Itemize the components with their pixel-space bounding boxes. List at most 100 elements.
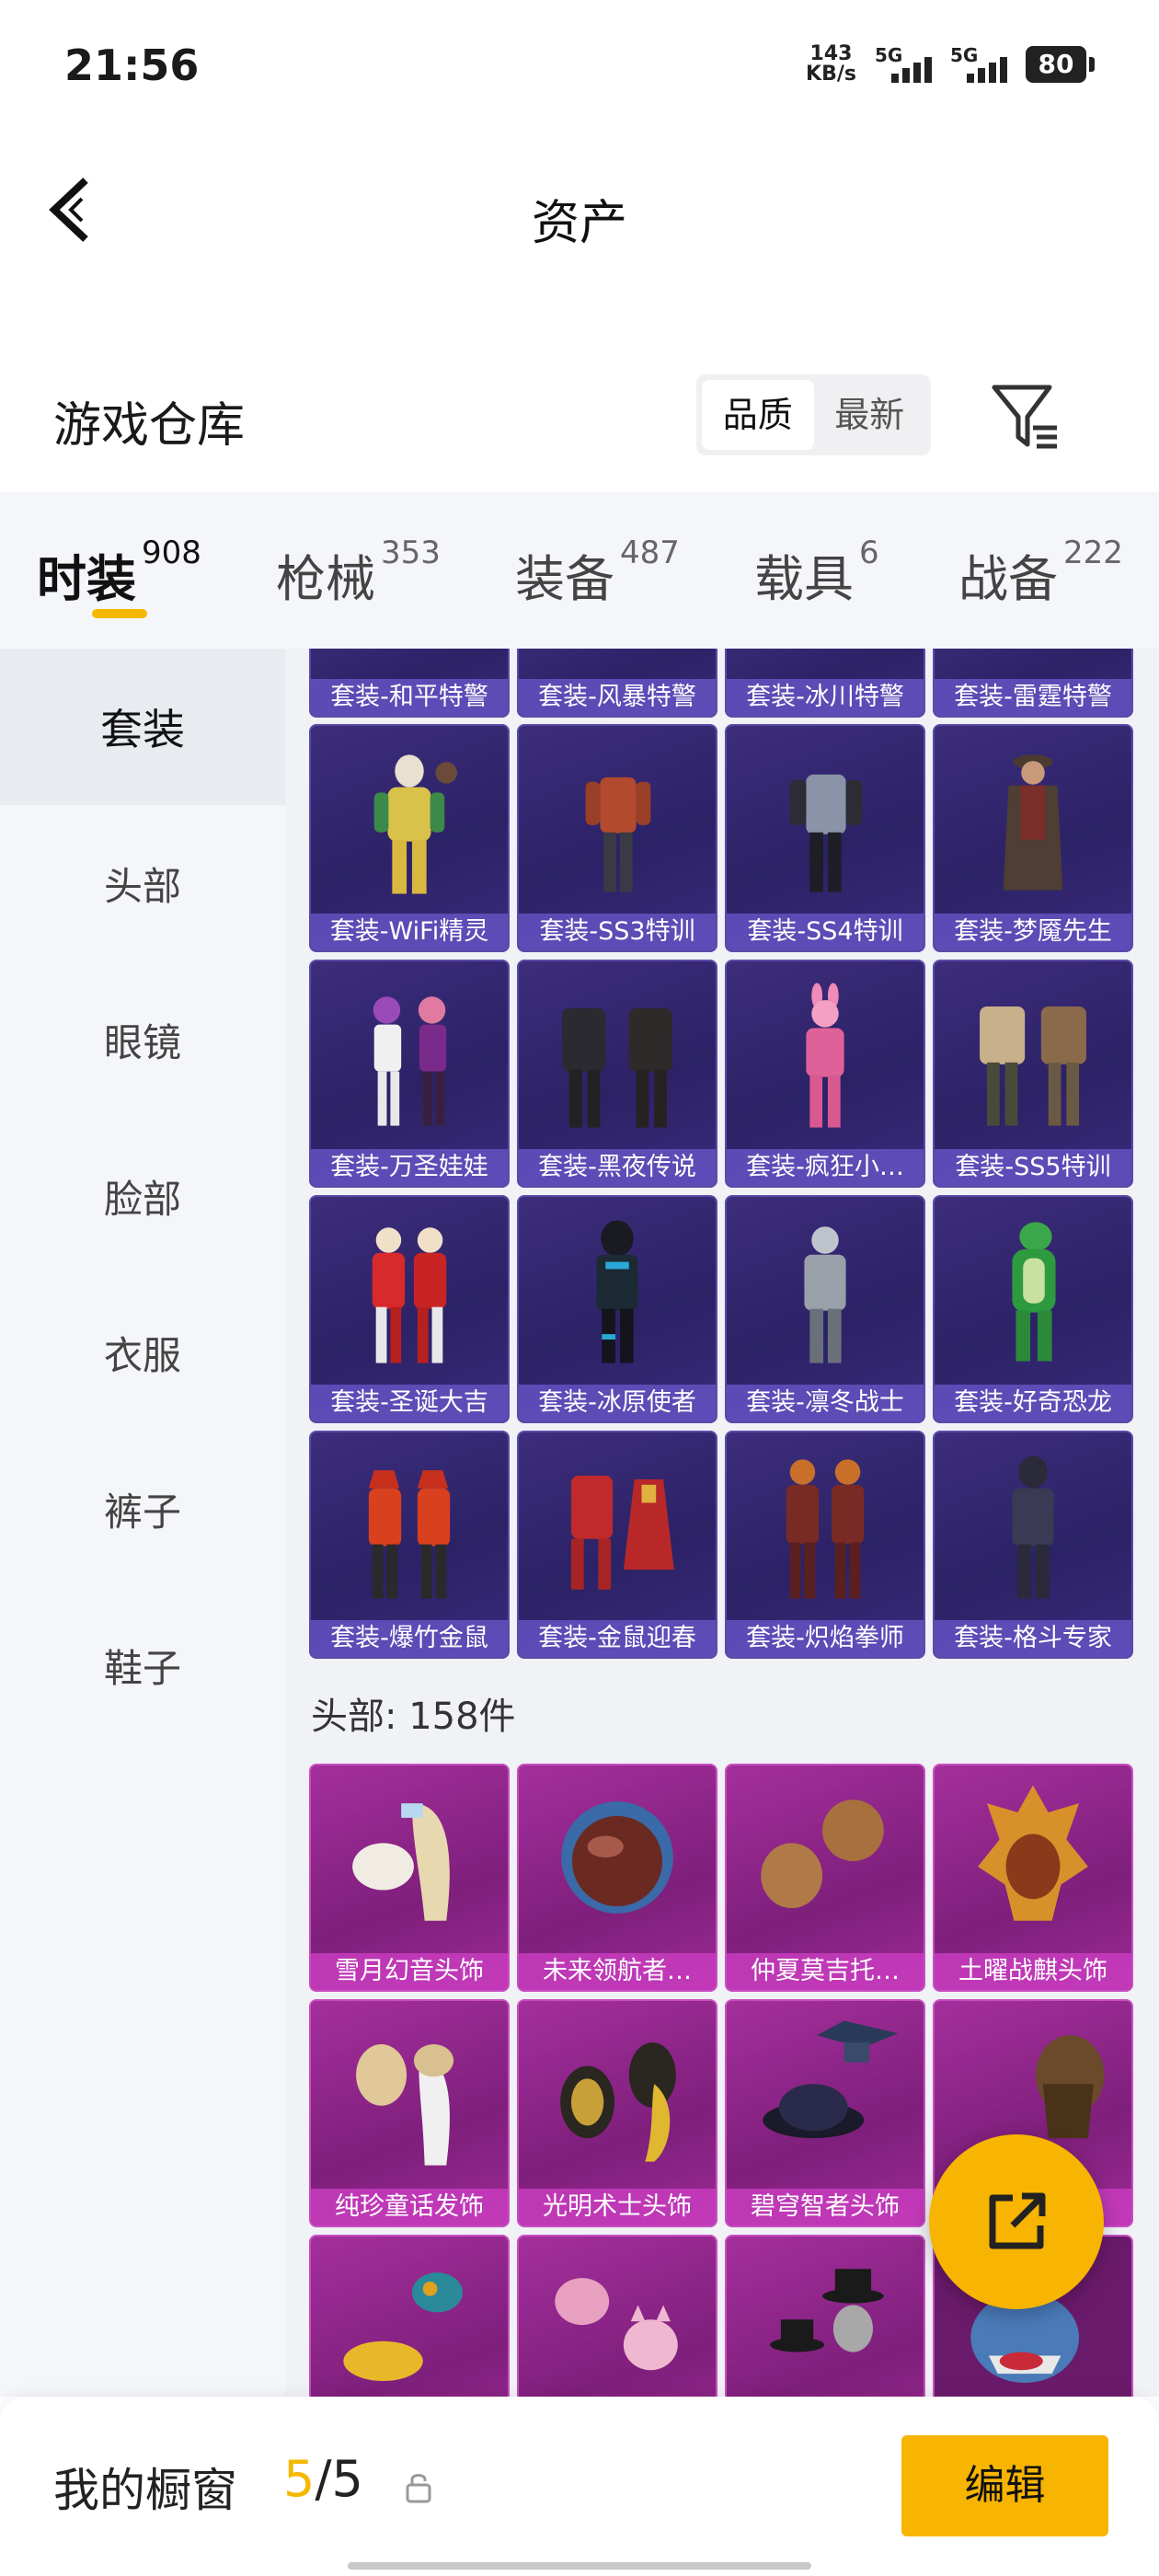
suit-card[interactable]: 套装-黑夜传说 bbox=[517, 960, 717, 1188]
page-title: 资产 bbox=[531, 196, 627, 251]
tab-count: 908 bbox=[142, 535, 201, 571]
suit-card[interactable]: 套装-风暴特警 bbox=[517, 649, 717, 718]
item-name: 套装-雷霆特警 bbox=[935, 679, 1131, 716]
head-card[interactable]: 雪月幻音头饰 bbox=[309, 1764, 510, 1992]
item-image bbox=[596, 1220, 638, 1363]
sidebar-item-glasses[interactable]: 眼镜 bbox=[0, 961, 285, 1118]
suit-card[interactable]: 套装-炽焰拳师 bbox=[725, 1431, 925, 1659]
item-name: 套装-WiFi精灵 bbox=[311, 914, 508, 950]
tab-supplies[interactable]: 战备 222 bbox=[958, 535, 1123, 611]
lock-icon bbox=[406, 2474, 431, 2503]
filter-icon[interactable] bbox=[989, 380, 1062, 454]
category-tabs: 时装 908 枪械 353 装备 487 载具 6 战备 222 bbox=[0, 492, 1159, 649]
head-card[interactable] bbox=[517, 2235, 717, 2397]
head-card[interactable]: 仲夏莫吉托… bbox=[725, 1764, 925, 1992]
head-card[interactable] bbox=[725, 2235, 925, 2397]
item-name: 套装-爆竹金鼠 bbox=[311, 1620, 508, 1657]
bottom-bar: 我的橱窗 5/5 编辑 bbox=[0, 2397, 1159, 2576]
sidebar-item-shoes[interactable]: 鞋子 bbox=[0, 1587, 285, 1743]
suit-card[interactable]: 套装-金鼠迎春 bbox=[517, 1431, 717, 1659]
tab-label: 战备 bbox=[958, 550, 1058, 608]
suit-card[interactable]: 套装-冰原使者 bbox=[517, 1195, 717, 1423]
suit-card[interactable]: 套装-SS3特训 bbox=[517, 724, 717, 952]
item-name: 套装-SS5特训 bbox=[935, 1149, 1131, 1186]
share-external-icon bbox=[989, 2192, 1046, 2249]
sort-toggle: 品质 最新 bbox=[696, 374, 931, 455]
suit-card[interactable]: 套装-SS5特训 bbox=[933, 960, 1133, 1188]
item-name: 碧穹智者头饰 bbox=[727, 2189, 924, 2225]
edit-button[interactable]: 编辑 bbox=[901, 2435, 1108, 2536]
item-name: 套装-好奇恐龙 bbox=[935, 1385, 1131, 1421]
head-card[interactable] bbox=[309, 2235, 510, 2397]
nav-bar: 资产 bbox=[0, 138, 1159, 285]
suit-card[interactable]: 套装-凛冬战士 bbox=[725, 1195, 925, 1423]
head-card[interactable]: 光明术士头饰 bbox=[517, 1999, 717, 2227]
suit-card[interactable]: 套装-圣诞大吉 bbox=[309, 1195, 510, 1423]
showcase-current: 5 bbox=[283, 2450, 316, 2508]
item-image bbox=[561, 1801, 673, 1914]
active-tab-indicator bbox=[92, 609, 147, 618]
item-name: 套装-风暴特警 bbox=[519, 679, 716, 716]
share-button[interactable] bbox=[929, 2134, 1104, 2309]
tab-count: 6 bbox=[859, 535, 879, 571]
tab-count: 353 bbox=[381, 535, 441, 571]
item-name: 套装-冰原使者 bbox=[519, 1385, 716, 1421]
status-time: 21:56 bbox=[64, 40, 200, 90]
tab-count: 487 bbox=[620, 535, 680, 571]
sidebar-item-suits[interactable]: 套装 bbox=[0, 649, 285, 805]
suit-card[interactable]: 套装-好奇恐龙 bbox=[933, 1195, 1133, 1423]
tab-firearms[interactable]: 枪械 353 bbox=[276, 535, 441, 611]
suit-card[interactable]: 套装-格斗专家 bbox=[933, 1431, 1133, 1659]
item-name: 套装-圣诞大吉 bbox=[311, 1385, 508, 1421]
suit-card[interactable]: 套装-SS4特训 bbox=[725, 724, 925, 952]
item-name: 套装-冰川特警 bbox=[727, 679, 924, 716]
item-name: 套装-金鼠迎春 bbox=[519, 1620, 716, 1657]
item-image bbox=[343, 2272, 463, 2381]
item-name: 套装-炽焰拳师 bbox=[727, 1620, 924, 1657]
suit-card[interactable]: 套装-雷霆特警 bbox=[933, 649, 1133, 718]
suit-card[interactable]: 套装-万圣娃娃 bbox=[309, 960, 510, 1188]
sidebar-item-head[interactable]: 头部 bbox=[0, 805, 285, 961]
suit-card[interactable]: 套装-冰川特警 bbox=[725, 649, 925, 718]
sidebar-item-pants[interactable]: 裤子 bbox=[0, 1431, 285, 1587]
suit-card[interactable]: 套装-疯狂小… bbox=[725, 960, 925, 1188]
status-indicators: 143 KB/s 5G 5G 80 bbox=[806, 44, 1095, 85]
warehouse-header: 游戏仓库 品质 最新 bbox=[0, 354, 1159, 474]
item-image bbox=[373, 996, 447, 1126]
showcase-label: 我的橱窗 bbox=[53, 2464, 237, 2517]
network-speed-value: 143 bbox=[809, 42, 853, 65]
head-card[interactable]: 土曜战麒头饰 bbox=[933, 1764, 1133, 1992]
item-name: 套装-梦魇先生 bbox=[935, 914, 1131, 950]
item-name: 套装-万圣娃娃 bbox=[311, 1149, 508, 1186]
network-speed-unit: KB/s bbox=[806, 63, 856, 86]
home-indicator bbox=[348, 2562, 811, 2570]
item-name: 纯珍童话发饰 bbox=[311, 2189, 508, 2225]
item-image bbox=[763, 2020, 899, 2139]
suit-card[interactable]: 套装-爆竹金鼠 bbox=[309, 1431, 510, 1659]
warehouse-title: 游戏仓库 bbox=[53, 398, 246, 454]
item-image bbox=[1012, 1455, 1054, 1599]
item-image bbox=[978, 1785, 1088, 1921]
item-name: 未来领航者… bbox=[519, 1953, 716, 1990]
suit-card[interactable]: 套装-梦魇先生 bbox=[933, 724, 1133, 952]
head-card[interactable]: 纯珍童话发饰 bbox=[309, 1999, 510, 2227]
suit-card[interactable]: 套装-WiFi精灵 bbox=[309, 724, 510, 952]
sort-quality-button[interactable]: 品质 bbox=[702, 380, 814, 450]
tab-fashion[interactable]: 时装 908 bbox=[37, 535, 201, 611]
tab-equipment[interactable]: 装备 487 bbox=[515, 535, 680, 611]
suit-card[interactable]: 套装-和平特警 bbox=[309, 649, 510, 718]
item-image bbox=[980, 1006, 1086, 1126]
item-name: 套装-和平特警 bbox=[311, 679, 508, 716]
head-card[interactable]: 未来领航者… bbox=[517, 1764, 717, 1992]
item-image bbox=[1003, 754, 1063, 891]
item-image bbox=[372, 1227, 447, 1363]
status-bar: 21:56 143 KB/s 5G 5G 80 bbox=[0, 0, 1159, 138]
sidebar-item-face[interactable]: 脸部 bbox=[0, 1118, 285, 1274]
tab-vehicles[interactable]: 载具 6 bbox=[754, 535, 879, 611]
item-image bbox=[786, 1459, 865, 1599]
sort-latest-button[interactable]: 最新 bbox=[814, 380, 926, 450]
head-card[interactable]: 碧穹智者头饰 bbox=[725, 1999, 925, 2227]
item-image bbox=[562, 1007, 672, 1128]
sidebar-item-clothes[interactable]: 衣服 bbox=[0, 1274, 285, 1431]
item-name: 光明术士头饰 bbox=[519, 2189, 716, 2225]
